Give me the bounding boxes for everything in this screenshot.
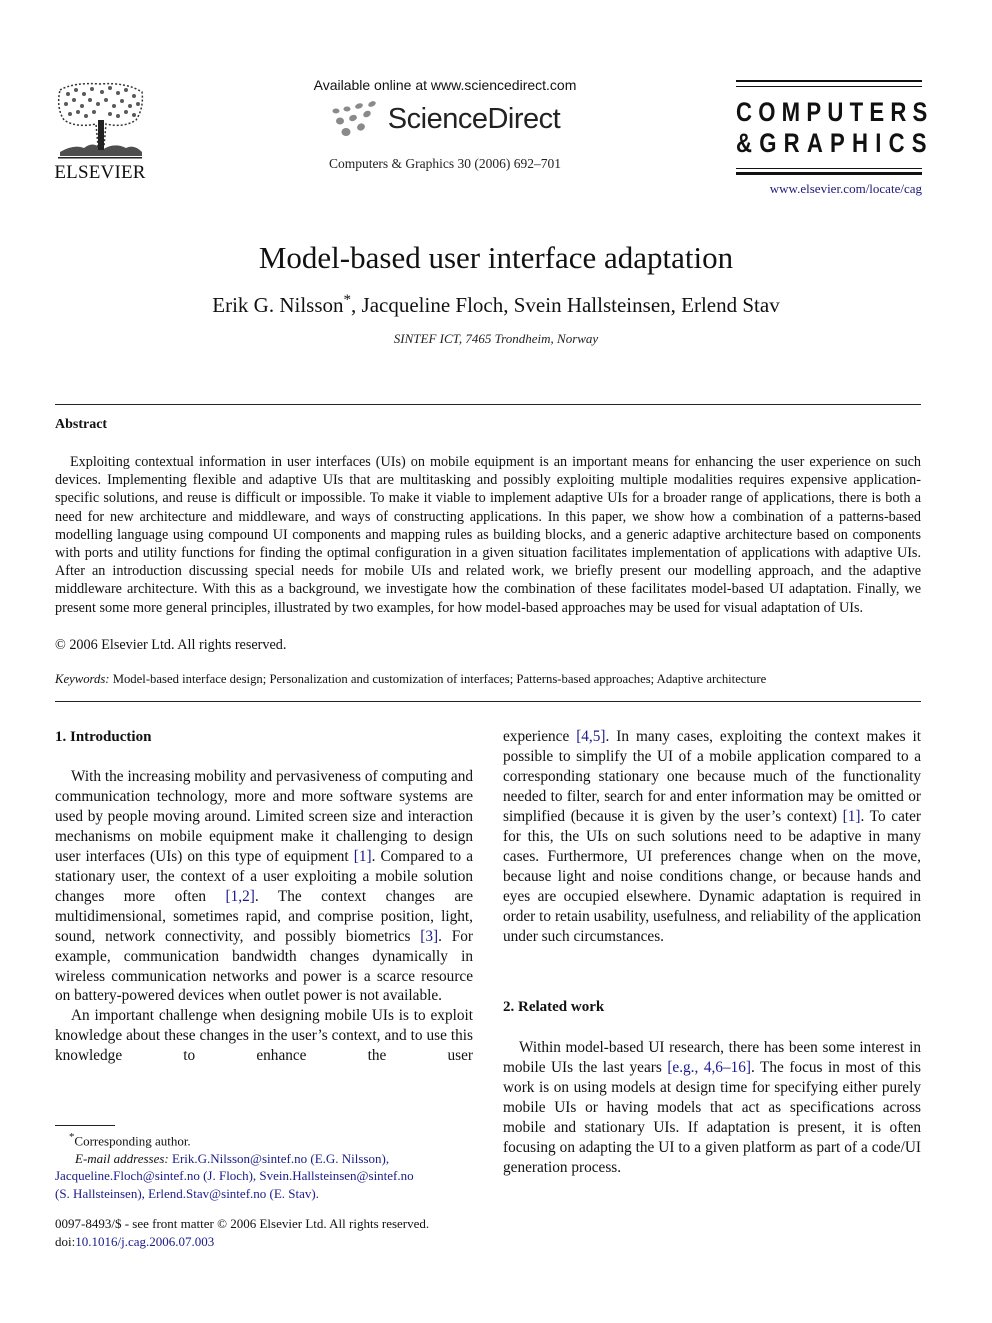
text: . To cater for this, the UIs on such sol… [503, 807, 921, 945]
footnotes: *Corresponding author. E-mail addresses:… [55, 1129, 485, 1202]
paragraph: With the increasing mobility and pervasi… [55, 767, 473, 1006]
right-column: experience [4,5]. In many cases, exploit… [503, 727, 921, 946]
paper-title: Model-based user interface adaptation [258, 240, 734, 275]
journal-logo-rule [736, 86, 922, 87]
journal-logo-rule [736, 172, 922, 175]
abstract-copyright: © 2006 Elsevier Ltd. All rights reserved… [55, 637, 287, 653]
front-matter: 0097-8493/$ - see front matter © 2006 El… [55, 1215, 485, 1250]
email-link[interactable]: Jacqueline.Floch@sintef.no (J. Floch), S… [55, 1167, 485, 1185]
journal-title-line1: COMPUTERS [736, 97, 934, 127]
text: An important challenge when designing mo… [55, 1007, 473, 1065]
abstract-body: Exploiting contextual information in use… [55, 454, 921, 616]
keywords: Keywords: Model-based interface design; … [55, 672, 921, 687]
doi-link[interactable]: 10.1016/j.cag.2006.07.003 [75, 1234, 214, 1249]
corresponding-author-mark[interactable]: * [344, 292, 352, 308]
paragraph: Within model-based UI research, there ha… [503, 1038, 921, 1178]
footnote-corresponding: *Corresponding author. [55, 1129, 485, 1150]
section-heading-related-work: 2. Related work [503, 999, 605, 1015]
text: . The focus in most of this work is on u… [503, 1058, 921, 1176]
divider [55, 701, 921, 702]
sciencedirect-dots-icon [332, 101, 376, 136]
citation-link[interactable]: [4,5] [576, 728, 605, 745]
keywords-text: Model-based interface design; Personaliz… [109, 672, 767, 686]
footnote-emails: E-mail addresses: Erik.G.Nilsson@sintef.… [55, 1150, 485, 1168]
section-heading-introduction: 1. Introduction [55, 729, 152, 745]
sciencedirect-wordmark: ScienceDirect [387, 102, 561, 135]
right-column-related: Within model-based UI research, there ha… [503, 1038, 921, 1178]
elsevier-logo: ELSEVIER [52, 80, 148, 184]
journal-reference: Computers & Graphics 30 (2006) 692–701 [328, 156, 562, 171]
author-rest: , Jacqueline Floch, Svein Hallsteinsen, … [351, 293, 780, 317]
keywords-label: Keywords: [55, 672, 110, 686]
citation-link[interactable]: [3] [420, 928, 438, 945]
doi-label: doi: [55, 1233, 76, 1249]
citation-link[interactable]: [1] [354, 848, 372, 865]
citation-link[interactable]: [1,2] [226, 888, 255, 905]
doi-line: doi:10.1016/j.cag.2006.07.003 [55, 1233, 485, 1251]
email-link[interactable]: Erik.G.Nilsson@sintef.no (E.G. Nilsson), [172, 1151, 389, 1166]
citation-link[interactable]: [e.g., 4,6–16] [667, 1059, 751, 1076]
issn-line: 0097-8493/$ - see front matter © 2006 El… [55, 1216, 430, 1231]
abstract-heading: Abstract [55, 417, 108, 432]
email-link[interactable]: (S. Hallsteinsen), Erlend.Stav@sintef.no… [55, 1185, 485, 1203]
text: Corresponding author. [74, 1133, 191, 1149]
journal-url-link[interactable]: www.elsevier.com/locate/cag [736, 181, 922, 197]
author-first: Erik G. Nilsson [212, 293, 344, 317]
divider [55, 404, 921, 405]
elsevier-tree-icon [57, 82, 144, 159]
text: experience [503, 728, 577, 745]
paragraph: An important challenge when designing mo… [55, 1006, 473, 1066]
publisher-name: ELSEVIER [54, 162, 146, 183]
available-online-text[interactable]: Available online at www.sciencedirect.co… [250, 76, 640, 94]
sciencedirect-logo[interactable]: ScienceDirect [250, 98, 640, 140]
journal-logo: COMPUTERS &GRAPHICS www.elsevier.com/loc… [736, 80, 934, 197]
footnote-rule [55, 1125, 115, 1126]
journal-logo-rule [736, 168, 922, 169]
journal-title-line2: &GRAPHICS [736, 128, 934, 158]
affiliation: SINTEF ICT, 7465 Trondheim, Norway [393, 331, 599, 346]
citation-link[interactable]: [1] [843, 808, 861, 825]
email-label: E-mail addresses: [75, 1150, 169, 1166]
left-column: With the increasing mobility and pervasi… [55, 767, 473, 1066]
paragraph: experience [4,5]. In many cases, exploit… [503, 727, 921, 946]
author-list: Erik G. Nilsson*, Jacqueline Floch, Svei… [0, 292, 992, 318]
sciencedirect-block: Available online at www.sciencedirect.co… [250, 76, 640, 172]
journal-logo-rule [736, 80, 922, 82]
